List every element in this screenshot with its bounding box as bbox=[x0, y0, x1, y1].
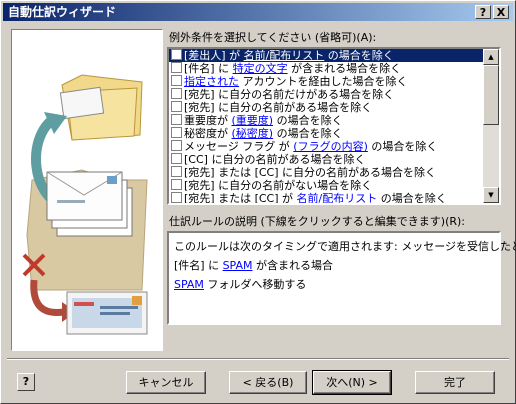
title-help-button[interactable]: ? bbox=[475, 5, 491, 19]
description-line: [件名] に SPAM が含まれる場合 bbox=[174, 256, 494, 275]
exception-checkbox[interactable] bbox=[171, 114, 182, 125]
text-segment: [宛先] に自分の名前がない場合を除く bbox=[184, 179, 373, 192]
text-segment: の場合を除く bbox=[324, 49, 394, 62]
editable-link[interactable]: 特定の文字 bbox=[233, 62, 288, 75]
text-segment: [差出人] が bbox=[184, 49, 244, 62]
exception-row[interactable]: [件名] に 特定の文字 が含まれる場合を除く bbox=[169, 62, 483, 75]
finish-button[interactable]: 完了 bbox=[415, 371, 495, 394]
editable-link[interactable]: 名前/配布リスト bbox=[244, 49, 325, 62]
editable-link[interactable]: 名前/配布リスト bbox=[297, 192, 378, 203]
exception-checkbox[interactable] bbox=[171, 127, 182, 138]
description-line: SPAM フォルダへ移動する bbox=[174, 275, 494, 294]
wizard-window: 自動仕訳ウィザード ? X 例外条件を選択してください (省略可)(A): [差… bbox=[0, 0, 516, 404]
exception-checkbox[interactable] bbox=[171, 153, 182, 164]
text-segment: の場合を除く bbox=[367, 140, 438, 153]
text-segment: が含まれる場合を除く bbox=[287, 62, 402, 75]
text-segment: が含まれる場合 bbox=[252, 259, 334, 272]
exception-row[interactable]: 秘密度が (秘密度) の場合を除く bbox=[169, 127, 483, 140]
text-segment: 重要度が bbox=[184, 114, 232, 127]
text-segment: [宛先] または [CC] に自分の名前がある場合を除く bbox=[184, 166, 437, 179]
scroll-thumb[interactable] bbox=[483, 65, 499, 125]
editable-link[interactable]: (フラグの内容) bbox=[293, 140, 368, 153]
exception-checkbox[interactable] bbox=[171, 88, 182, 99]
exception-checkbox[interactable] bbox=[171, 49, 182, 60]
exceptions-listbox[interactable]: [差出人] が 名前/配布リスト の場合を除く [件名] に 特定の文字 が含まれ… bbox=[167, 47, 501, 205]
editable-link[interactable]: (秘密度) bbox=[232, 127, 274, 140]
exceptions-label: 例外条件を選択してください (省略可)(A): bbox=[169, 31, 377, 44]
exception-checkbox[interactable] bbox=[171, 166, 182, 177]
editable-link[interactable]: SPAM bbox=[223, 259, 253, 272]
text-segment: フォルダへ移動する bbox=[203, 278, 307, 291]
exception-row[interactable]: [差出人] が 名前/配布リスト の場合を除く bbox=[169, 49, 483, 62]
exceptions-list: [差出人] が 名前/配布リスト の場合を除く [件名] に 特定の文字 が含まれ… bbox=[169, 49, 483, 205]
exception-row[interactable]: [宛先] に自分の名前がない場合を除く bbox=[169, 179, 483, 192]
exception-checkbox[interactable] bbox=[171, 62, 182, 73]
text-segment: このルールは次のタイミングで適用されます: メッセージを受信したとき bbox=[174, 240, 516, 253]
next-button[interactable]: 次へ(N) > bbox=[312, 370, 392, 395]
exception-checkbox[interactable] bbox=[171, 101, 182, 112]
text-segment: メッセージ フラグ が bbox=[184, 140, 294, 153]
exception-row[interactable]: [宛先] に自分の名前がある場合を除く bbox=[169, 101, 483, 114]
title-bar[interactable]: 自動仕訳ウィザード ? X bbox=[3, 3, 513, 21]
editable-link[interactable]: SPAM bbox=[174, 278, 204, 291]
description-line: このルールは次のタイミングで適用されます: メッセージを受信したとき bbox=[174, 237, 516, 256]
cancel-button[interactable]: キャンセル bbox=[126, 371, 206, 394]
mail-sorting-illustration bbox=[22, 74, 148, 335]
exception-checkbox[interactable] bbox=[171, 179, 182, 190]
scroll-up-button[interactable]: ▲ bbox=[483, 49, 499, 65]
exception-row[interactable]: [宛先] または [CC] に自分の名前がある場合を除く bbox=[169, 166, 483, 179]
exception-row[interactable]: 指定された アカウントを経由した場合を除く bbox=[169, 75, 483, 88]
editable-link[interactable]: 指定された bbox=[184, 75, 239, 88]
exception-row[interactable]: [CC] に自分の名前がある場合を除く bbox=[169, 153, 483, 166]
exception-checkbox[interactable] bbox=[171, 192, 182, 203]
editable-link[interactable]: (重要度) bbox=[232, 114, 274, 127]
window-title: 自動仕訳ウィザード bbox=[8, 5, 117, 19]
description-label: 仕訳ルールの説明 (下線をクリックすると編集できます)(R): bbox=[169, 215, 466, 228]
exception-row[interactable]: [宛先] または [CC] が 名前/配布リスト の場合を除く bbox=[169, 192, 483, 205]
text-segment: [CC] に自分の名前がある場合を除く bbox=[184, 153, 366, 166]
text-segment: の場合を除く bbox=[377, 192, 447, 205]
exception-row[interactable]: [宛先] に自分の名前だけがある場合を除く bbox=[169, 88, 483, 101]
wizard-illustration bbox=[11, 29, 163, 351]
exception-checkbox[interactable] bbox=[171, 75, 182, 86]
exception-checkbox[interactable] bbox=[171, 140, 182, 151]
text-segment: [宛先] に自分の名前がある場合を除く bbox=[184, 101, 373, 114]
scroll-down-button[interactable]: ▼ bbox=[483, 187, 499, 203]
close-button[interactable]: X bbox=[493, 5, 509, 19]
exception-row[interactable]: メッセージ フラグ が (フラグの内容) の場合を除く bbox=[169, 140, 483, 153]
text-segment: の場合を除く bbox=[273, 127, 343, 140]
exceptions-scrollbar[interactable]: ▲ ▼ bbox=[483, 49, 499, 203]
separator bbox=[7, 358, 509, 360]
exception-row[interactable]: 重要度が (重要度) の場合を除く bbox=[169, 114, 483, 127]
back-button[interactable]: < 戻る(B) bbox=[229, 371, 307, 394]
text-segment: [件名] に bbox=[184, 62, 233, 75]
text-segment: [宛先] に自分の名前だけがある場合を除く bbox=[184, 88, 395, 101]
text-segment: [宛先] または [CC] が bbox=[184, 192, 297, 205]
help-button[interactable]: ? bbox=[17, 373, 35, 391]
text-segment: の場合を除く bbox=[273, 114, 343, 127]
text-segment: 秘密度が bbox=[184, 127, 232, 140]
rule-description-box[interactable]: このルールは次のタイミングで適用されます: メッセージを受信したとき [件名] に… bbox=[167, 231, 516, 325]
text-segment: アカウントを経由した場合を除く bbox=[239, 75, 408, 88]
text-segment: [件名] に bbox=[174, 259, 223, 272]
